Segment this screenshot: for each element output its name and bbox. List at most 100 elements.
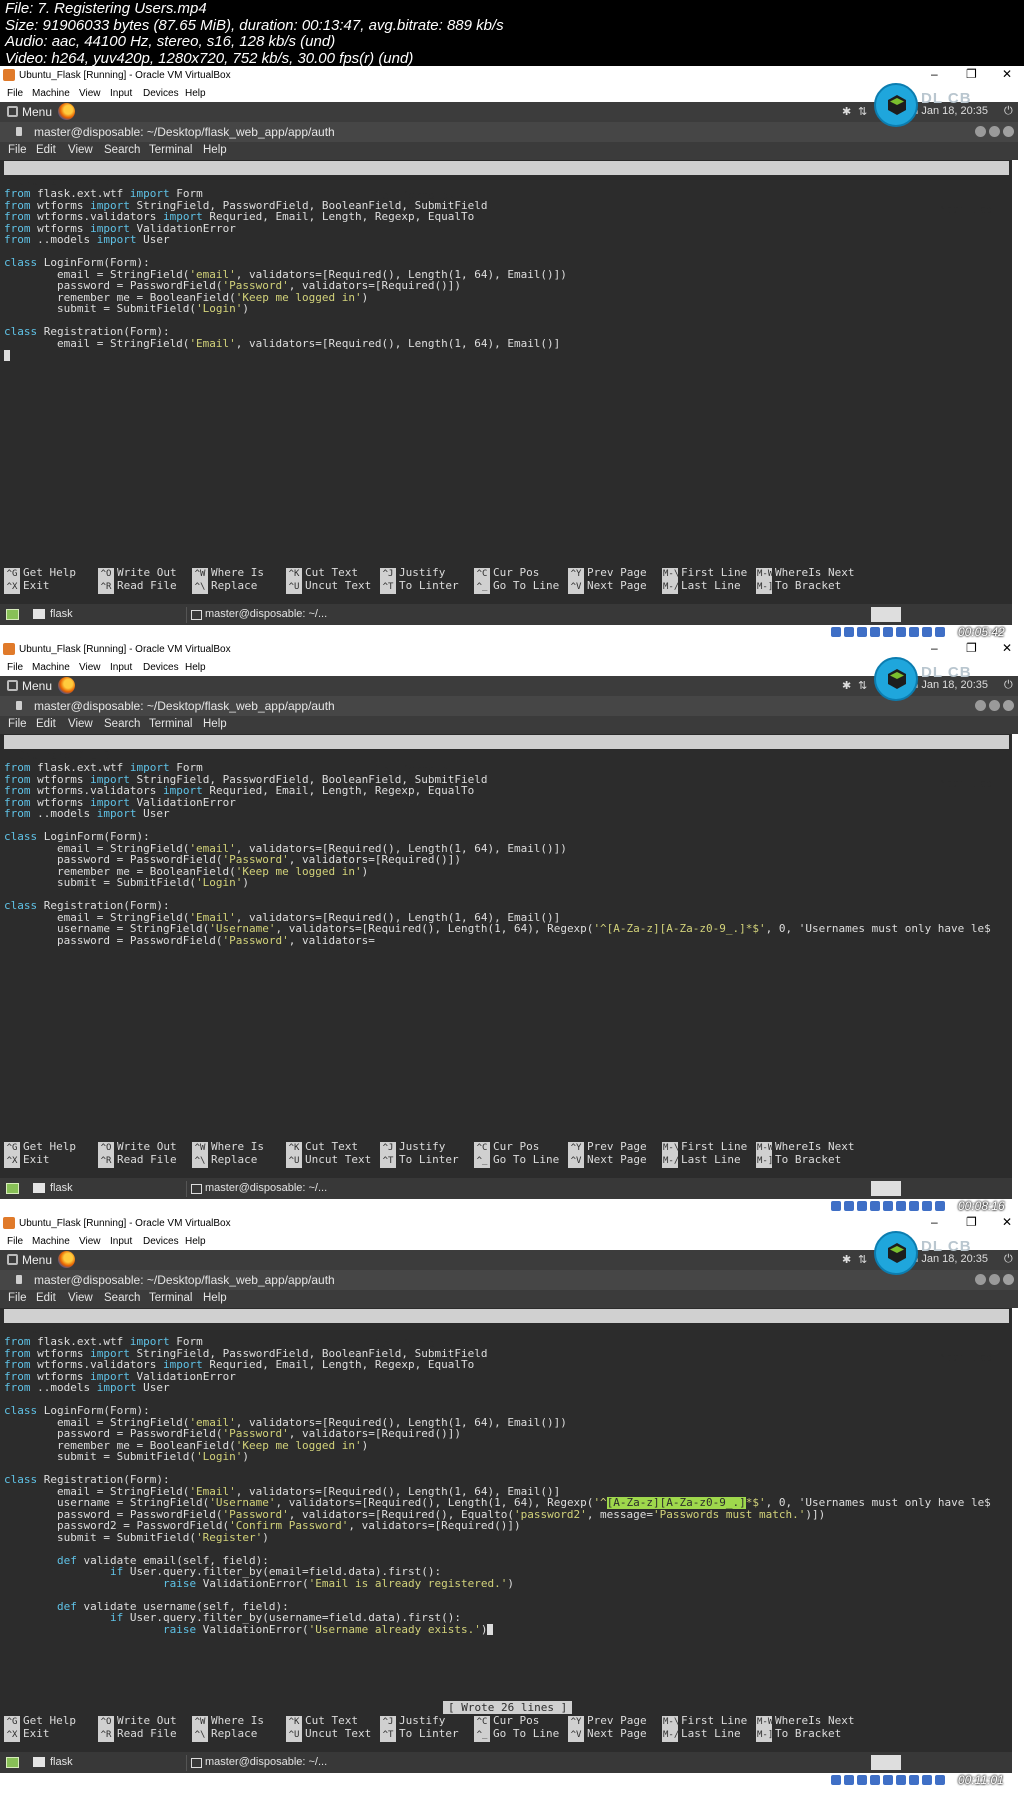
terminal-titlebar[interactable]: master@disposable: ~/Desktop/flask_web_a… — [0, 122, 1018, 142]
terminal-menu-view[interactable]: View — [68, 1292, 93, 1304]
vm-menu-view[interactable]: View — [79, 662, 101, 673]
code-editor[interactable]: from flask.ext.wtf import Form from wtfor… — [4, 1336, 1009, 1635]
terminal-menu-help[interactable]: Help — [203, 144, 227, 156]
code-editor[interactable]: from flask.ext.wtf import Form from wtfor… — [4, 762, 1009, 946]
vm-menu-input[interactable]: Input — [110, 662, 132, 673]
vm-menu-input[interactable]: Input — [110, 88, 132, 99]
terminal-close-icon[interactable] — [1003, 1274, 1014, 1285]
minimize-icon[interactable]: – — [931, 67, 938, 81]
shortcut-label: Justify — [399, 566, 446, 579]
network-icon[interactable]: ⇅ — [858, 1253, 867, 1266]
vm-window-titlebar[interactable]: Ubuntu_Flask [Running] - Oracle VM Virtu… — [0, 66, 1024, 86]
taskbar-folder-label[interactable]: flask — [50, 1756, 73, 1768]
power-icon[interactable]: ⏻ — [1004, 105, 1013, 118]
workspace-switcher[interactable] — [871, 1755, 901, 1770]
terminal-maximize-icon[interactable] — [989, 1274, 1000, 1285]
terminal-menu-file[interactable]: File — [8, 144, 27, 156]
restore-icon[interactable]: ❐ — [966, 1215, 977, 1229]
firefox-icon[interactable] — [58, 1251, 75, 1268]
terminal-maximize-icon[interactable] — [989, 126, 1000, 137]
panel-menu-button[interactable]: Menu — [22, 679, 52, 693]
terminal-minimize-icon[interactable] — [975, 1274, 986, 1285]
vm-window-titlebar[interactable]: Ubuntu_Flask [Running] - Oracle VM Virtu… — [0, 1214, 1024, 1234]
bluetooth-icon[interactable]: ✱ — [842, 679, 851, 692]
terminal-menu-view[interactable]: View — [68, 718, 93, 730]
vm-menu-devices[interactable]: Devices — [143, 1236, 179, 1247]
network-icon[interactable]: ⇅ — [858, 679, 867, 692]
vm-menu-machine[interactable]: Machine — [32, 88, 70, 99]
show-desktop-icon[interactable] — [6, 609, 19, 620]
vm-menu-devices[interactable]: Devices — [143, 662, 179, 673]
terminal-menu-search[interactable]: Search — [104, 718, 140, 730]
panel-menu-button[interactable]: Menu — [22, 1253, 52, 1267]
terminal-close-icon[interactable] — [1003, 126, 1014, 137]
terminal-menu-terminal[interactable]: Terminal — [149, 1292, 192, 1304]
terminal-menu-edit[interactable]: Edit — [36, 144, 56, 156]
terminal-menu-edit[interactable]: Edit — [36, 1292, 56, 1304]
network-icon[interactable]: ⇅ — [858, 105, 867, 118]
terminal-close-icon[interactable] — [1003, 700, 1014, 711]
close-icon[interactable]: ✕ — [1002, 1215, 1012, 1229]
terminal-titlebar[interactable]: master@disposable: ~/Desktop/flask_web_a… — [0, 696, 1018, 716]
terminal-menu-view[interactable]: View — [68, 144, 93, 156]
show-desktop-icon[interactable] — [6, 1757, 19, 1768]
terminal-minimize-icon[interactable] — [975, 126, 986, 137]
close-icon[interactable]: ✕ — [1002, 67, 1012, 81]
terminal-content[interactable]: GNU nano 2.5.3 File: forms.py Modified f… — [0, 160, 1012, 639]
taskbar-terminal-entry[interactable]: master@disposable: ~/... — [186, 1755, 346, 1771]
terminal-minimize-icon[interactable] — [975, 700, 986, 711]
restore-icon[interactable]: ❐ — [966, 67, 977, 81]
code-editor[interactable]: from flask.ext.wtf import Form from wtfor… — [4, 188, 1009, 361]
power-icon[interactable]: ⏻ — [1004, 1253, 1013, 1266]
vm-menu-devices[interactable]: Devices — [143, 88, 179, 99]
vm-menu-help[interactable]: Help — [185, 88, 206, 99]
terminal-content[interactable]: GNU nano 2.5.3 File: forms.py Modified f… — [0, 734, 1012, 1213]
code-line: email = StringField('email', validators=… — [4, 1416, 567, 1428]
vm-menu-machine[interactable]: Machine — [32, 1236, 70, 1247]
terminal-menu-search[interactable]: Search — [104, 1292, 140, 1304]
terminal-menu-search[interactable]: Search — [104, 144, 140, 156]
bluetooth-icon[interactable]: ✱ — [842, 1253, 851, 1266]
terminal-menu-file[interactable]: File — [8, 718, 27, 730]
vm-menu-view[interactable]: View — [79, 1236, 101, 1247]
shortcut-label: Write Out — [117, 1714, 177, 1727]
restore-icon[interactable]: ❐ — [966, 641, 977, 655]
close-icon[interactable]: ✕ — [1002, 641, 1012, 655]
panel-menu-button[interactable]: Menu — [22, 105, 52, 119]
taskbar-folder-label[interactable]: flask — [50, 1182, 73, 1194]
mint-menu-icon[interactable] — [7, 106, 18, 117]
mint-menu-icon[interactable] — [7, 680, 18, 691]
terminal-titlebar[interactable]: master@disposable: ~/Desktop/flask_web_a… — [0, 1270, 1018, 1290]
minimize-icon[interactable]: – — [931, 1215, 938, 1229]
workspace-switcher[interactable] — [871, 607, 901, 622]
vm-menu-file[interactable]: File — [7, 1236, 23, 1247]
vm-menu-file[interactable]: File — [7, 662, 23, 673]
firefox-icon[interactable] — [58, 103, 75, 120]
vm-menu-help[interactable]: Help — [185, 662, 206, 673]
taskbar-terminal-entry[interactable]: master@disposable: ~/... — [186, 1181, 346, 1197]
terminal-menu-terminal[interactable]: Terminal — [149, 718, 192, 730]
vm-menu-input[interactable]: Input — [110, 1236, 132, 1247]
vm-menu-machine[interactable]: Machine — [32, 662, 70, 673]
terminal-menu-help[interactable]: Help — [203, 718, 227, 730]
mint-menu-icon[interactable] — [7, 1254, 18, 1265]
terminal-maximize-icon[interactable] — [989, 700, 1000, 711]
terminal-menu-file[interactable]: File — [8, 1292, 27, 1304]
vm-menu-help[interactable]: Help — [185, 1236, 206, 1247]
minimize-icon[interactable]: – — [931, 641, 938, 655]
vm-menu-file[interactable]: File — [7, 88, 23, 99]
nano-shortcut: ^W Where Is — [192, 1714, 264, 1729]
vm-menu-view[interactable]: View — [79, 88, 101, 99]
show-desktop-icon[interactable] — [6, 1183, 19, 1194]
terminal-menu-help[interactable]: Help — [203, 1292, 227, 1304]
workspace-switcher[interactable] — [871, 1181, 901, 1196]
taskbar-folder-label[interactable]: flask — [50, 608, 73, 620]
taskbar-terminal-entry[interactable]: master@disposable: ~/... — [186, 607, 346, 623]
terminal-menu-edit[interactable]: Edit — [36, 718, 56, 730]
vm-window-titlebar[interactable]: Ubuntu_Flask [Running] - Oracle VM Virtu… — [0, 640, 1024, 660]
terminal-menu-terminal[interactable]: Terminal — [149, 144, 192, 156]
bluetooth-icon[interactable]: ✱ — [842, 105, 851, 118]
power-icon[interactable]: ⏻ — [1004, 679, 1013, 692]
firefox-icon[interactable] — [58, 677, 75, 694]
terminal-content[interactable]: GNU nano 2.5.3 File: forms.py Modified f… — [0, 1308, 1012, 1787]
